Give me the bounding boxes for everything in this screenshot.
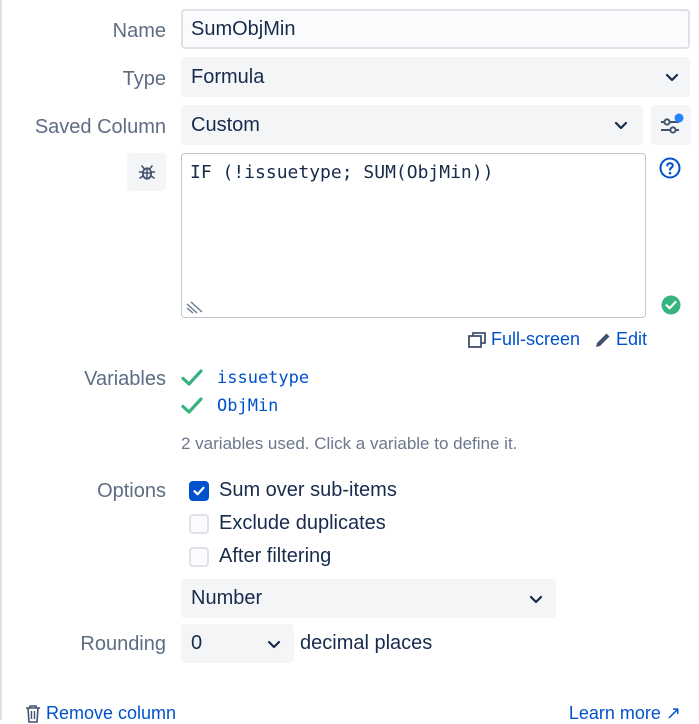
format-select[interactable]: Number: [181, 579, 556, 618]
chevron-down-icon: [267, 640, 281, 648]
variable-item[interactable]: issuetype: [181, 368, 309, 388]
saved-column-value: Custom: [191, 113, 260, 136]
variables-hint: 2 variables used. Click a variable to de…: [181, 434, 518, 453]
variable-name[interactable]: ObjMin: [217, 396, 278, 416]
rounding-select[interactable]: 0: [181, 624, 294, 663]
edit-link[interactable]: Edit: [594, 329, 647, 350]
checkbox-unchecked[interactable]: [189, 546, 209, 567]
option-after-filtering[interactable]: After filtering: [189, 545, 331, 568]
chevron-down-icon: [665, 73, 679, 82]
chevron-down-icon: [529, 595, 543, 603]
variable-name[interactable]: issuetype: [217, 368, 309, 388]
help-icon[interactable]: [659, 157, 681, 179]
rounding-value: 0: [191, 632, 203, 654]
remove-column-label: Remove column: [46, 703, 177, 723]
bug-icon: [138, 165, 155, 180]
remove-column-link[interactable]: Remove column: [24, 703, 176, 724]
type-label: Type: [122, 68, 166, 90]
pencil-icon: [596, 333, 610, 347]
formula-text: IF (!issuetype; SUM(ObjMin)): [190, 162, 494, 183]
option-label: Exclude duplicates: [219, 512, 386, 534]
edit-label: Edit: [616, 329, 648, 349]
option-label: After filtering: [219, 545, 332, 567]
saved-column-select[interactable]: Custom: [181, 105, 643, 145]
option-label: Sum over sub-items: [219, 479, 397, 501]
type-select[interactable]: Formula: [181, 57, 690, 97]
full-screen-icon: [468, 331, 486, 348]
column-settings-button[interactable]: [651, 105, 691, 145]
name-label: Name: [112, 20, 166, 42]
learn-more-link[interactable]: Learn more ↗: [569, 703, 681, 724]
format-value: Number: [191, 587, 263, 609]
saved-column-label: Saved Column: [34, 116, 166, 138]
success-check-icon: [661, 295, 681, 315]
variable-item[interactable]: ObjMin: [181, 396, 278, 416]
check-icon: [181, 369, 203, 386]
options-label: Options: [97, 480, 166, 502]
learn-more-label: Learn more ↗: [568, 703, 681, 723]
formula-editor[interactable]: IF (!issuetype; SUM(ObjMin)): [181, 153, 646, 318]
rounding-suffix: decimal places: [300, 632, 433, 654]
variables-label: Variables: [84, 368, 166, 390]
panel-edge: [0, 0, 2, 720]
full-screen-link[interactable]: Full-screen: [467, 329, 580, 350]
sliders-icon: [661, 113, 684, 134]
type-value: Formula: [191, 65, 265, 88]
name-input[interactable]: [181, 9, 690, 49]
rounding-label: Rounding: [80, 633, 166, 655]
resize-handle-icon[interactable]: [185, 300, 203, 314]
checkbox-checked[interactable]: [189, 480, 209, 501]
chevron-down-icon: [614, 121, 628, 130]
option-sum-over-sub-items[interactable]: Sum over sub-items: [189, 479, 397, 502]
checkbox-unchecked[interactable]: [189, 513, 209, 534]
checkmark-icon: [193, 486, 205, 495]
debug-button[interactable]: [127, 153, 166, 191]
check-icon: [181, 397, 203, 414]
option-exclude-duplicates[interactable]: Exclude duplicates: [189, 512, 386, 535]
trash-icon: [26, 704, 40, 723]
full-screen-label: Full-screen: [491, 329, 581, 349]
